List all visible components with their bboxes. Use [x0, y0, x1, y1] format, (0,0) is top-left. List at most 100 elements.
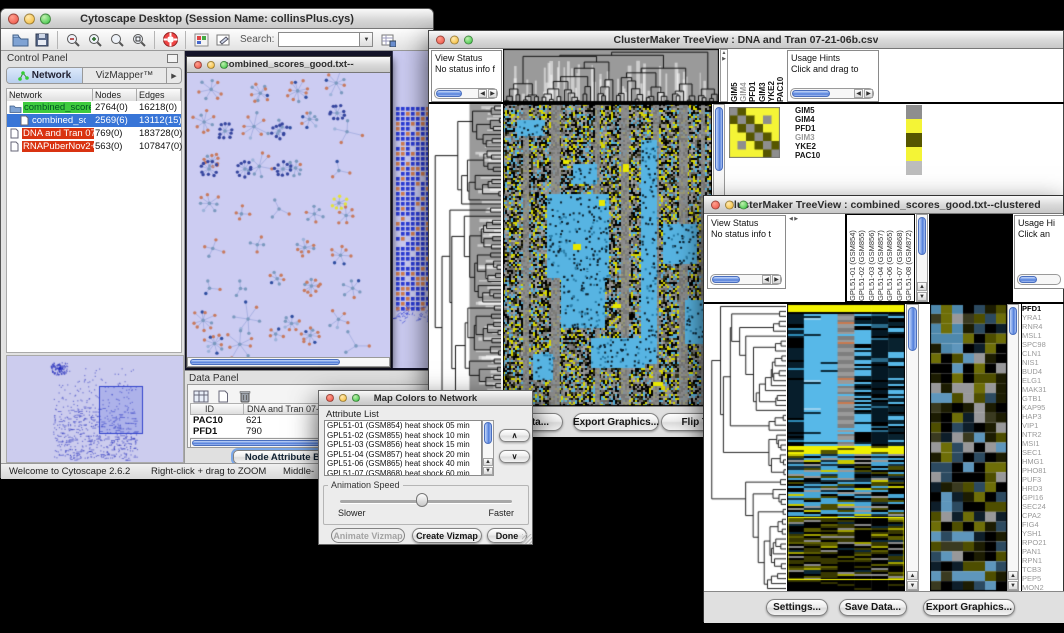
zoom-heatmap[interactable] — [930, 304, 1007, 591]
gene-label[interactable]: RPO21 — [1022, 538, 1064, 547]
attribute-item[interactable]: GPL51-02 (GSM855) heat shock 10 min — [325, 431, 481, 441]
attribute-item[interactable]: GPL51-06 (GSM865) heat shock 40 min — [325, 459, 481, 469]
network-window-titlebar[interactable]: combined_scores_good.txt--cluste... — [187, 57, 390, 73]
zoom-heatmap[interactable] — [729, 107, 780, 158]
column-label[interactable]: GPL51-01 (GSM854) — [848, 215, 857, 301]
gene-label[interactable]: VIP1 — [1022, 421, 1064, 430]
gene-label[interactable]: GTB1 — [1022, 394, 1064, 403]
gene-label[interactable]: KAP95 — [1022, 403, 1064, 412]
column-label[interactable]: PFD1 — [748, 49, 757, 102]
speed-slider-thumb[interactable] — [416, 493, 428, 507]
zoom-window-icon[interactable] — [464, 35, 473, 44]
network-row-selected[interactable]: combined_sco 2569(6) 13112(15) — [7, 114, 181, 127]
gene-label[interactable]: BUD4 — [1022, 367, 1064, 376]
zoom-window-icon[interactable] — [739, 200, 748, 209]
gene-label[interactable]: SEC24 — [1022, 502, 1064, 511]
global-heatmap[interactable] — [503, 104, 712, 406]
close-icon[interactable] — [326, 394, 334, 402]
row-dendrogram[interactable] — [431, 104, 501, 406]
column-label[interactable]: YKE2 — [767, 49, 776, 102]
gene-label[interactable]: TCB3 — [1022, 565, 1064, 574]
export-graphics-button[interactable]: Export Graphics... — [923, 599, 1015, 616]
close-icon[interactable] — [8, 13, 19, 24]
gene-label[interactable]: RNR4 — [1022, 322, 1064, 331]
col-edges[interactable]: Edges — [137, 89, 181, 101]
annotation-button[interactable] — [212, 30, 234, 50]
usage-hints-scrollbar[interactable]: ◀ ▶ — [790, 88, 874, 99]
global-vscrollbar[interactable]: ▲ ▼ — [906, 304, 919, 591]
column-label[interactable]: PAC10 — [776, 49, 785, 102]
col-nodes[interactable]: Nodes — [93, 89, 137, 101]
gene-label[interactable]: SPC98 — [1022, 340, 1064, 349]
gene-label[interactable]: PUF3 — [1022, 475, 1064, 484]
zoom-window-icon[interactable] — [220, 61, 228, 69]
zoom-window-icon[interactable] — [40, 13, 51, 24]
gene-label[interactable]: FIG4 — [1022, 520, 1064, 529]
gene-label[interactable]: NIS1 — [1022, 358, 1064, 367]
column-dendrogram-area[interactable]: ◀ ▶ — [787, 214, 846, 302]
dialog-titlebar[interactable]: Map Colors to Network — [319, 391, 532, 406]
minimize-icon[interactable] — [339, 394, 347, 402]
gene-label[interactable]: HAP3 — [1022, 412, 1064, 421]
view-status-scrollbar[interactable]: ◀ ▶ — [434, 88, 498, 99]
open-session-button[interactable] — [9, 30, 31, 50]
create-vizmap-button[interactable]: Create Vizmap — [412, 528, 482, 543]
close-icon[interactable] — [436, 35, 445, 44]
row-label[interactable]: PAC10 — [795, 151, 835, 160]
column-scroll-strip[interactable]: ▲▶ — [720, 49, 728, 102]
zoom-window-icon[interactable] — [352, 394, 360, 402]
gene-label[interactable]: PFD1 — [1022, 304, 1064, 313]
gene-label[interactable]: ELG1 — [1022, 376, 1064, 385]
gene-label[interactable]: MON2 — [1022, 583, 1064, 591]
column-vscrollbar[interactable]: ▲ ▼ — [916, 214, 928, 302]
move-down-button[interactable]: ∨ — [499, 450, 530, 463]
network-canvas[interactable] — [187, 73, 390, 357]
float-panel-icon[interactable] — [167, 54, 178, 63]
gene-label[interactable]: PAN1 — [1022, 547, 1064, 556]
gene-label[interactable]: SEC1 — [1022, 448, 1064, 457]
search-dropdown-button[interactable]: ▼ — [360, 32, 373, 47]
gene-label[interactable]: HRD3 — [1022, 484, 1064, 493]
column-label[interactable]: GPL51-04 (GSM857) — [876, 215, 885, 301]
column-label[interactable]: GPL51-03 (GSM856) — [867, 215, 876, 301]
save-session-button[interactable] — [31, 30, 53, 50]
attribute-list[interactable]: GPL51-01 (GSM854) heat shock 05 minGPL51… — [324, 420, 482, 476]
network-row[interactable]: RNAPuberNov2+ 563(0) 107847(0) — [7, 140, 181, 153]
export-graphics-button[interactable]: Export Graphics... — [573, 413, 659, 431]
attribute-item[interactable]: GPL51-03 (GSM856) heat shock 15 min — [325, 440, 481, 450]
column-label[interactable]: GPL51-07 (GSM868) — [895, 215, 904, 301]
network-hscrollbar[interactable] — [187, 357, 390, 367]
view-status-scrollbar[interactable]: ◀ ▶ — [710, 274, 782, 285]
gene-label[interactable]: MSL1 — [1022, 331, 1064, 340]
column-label[interactable]: GPL51-08 (GSM872) — [904, 215, 913, 301]
minimize-icon[interactable] — [24, 13, 35, 24]
minimize-icon[interactable] — [725, 200, 734, 209]
animate-vizmap-button[interactable]: Animate Vizmap — [331, 528, 405, 543]
minimize-icon[interactable] — [207, 61, 215, 69]
row-dendrogram[interactable] — [707, 304, 786, 591]
row-label[interactable]: GIM3 — [795, 133, 835, 142]
gene-label[interactable]: MAK31 — [1022, 385, 1064, 394]
zoom-out-button[interactable] — [62, 30, 84, 50]
zoom-selected-button[interactable] — [106, 30, 128, 50]
column-label[interactable]: GIM4 — [739, 49, 748, 102]
resize-grip[interactable] — [522, 534, 532, 544]
network-overview[interactable] — [6, 355, 184, 463]
gene-label[interactable]: NTR2 — [1022, 430, 1064, 439]
gene-label[interactable]: CLN1 — [1022, 349, 1064, 358]
move-up-button[interactable]: ∧ — [499, 429, 530, 442]
main-titlebar[interactable]: Cytoscape Desktop (Session Name: collins… — [1, 9, 433, 29]
close-icon[interactable] — [194, 61, 202, 69]
gene-label[interactable]: MSI1 — [1022, 439, 1064, 448]
gene-label[interactable]: RPN1 — [1022, 556, 1064, 565]
gene-label[interactable]: PEP5 — [1022, 574, 1064, 583]
zoom-fit-button[interactable] — [128, 30, 150, 50]
gene-label[interactable]: HMG1 — [1022, 457, 1064, 466]
attribute-item[interactable]: GPL51-01 (GSM854) heat shock 05 min — [325, 421, 481, 431]
close-icon[interactable] — [711, 200, 720, 209]
column-label[interactable]: GIM5 — [730, 49, 739, 102]
column-label[interactable]: GPL51-02 (GSM855) — [857, 215, 866, 301]
gene-label[interactable]: YRA1 — [1022, 313, 1064, 322]
column-label[interactable]: GIM3 — [758, 49, 767, 102]
treeview1-titlebar[interactable]: ClusterMaker TreeView : DNA and Tran 07-… — [429, 31, 1063, 49]
